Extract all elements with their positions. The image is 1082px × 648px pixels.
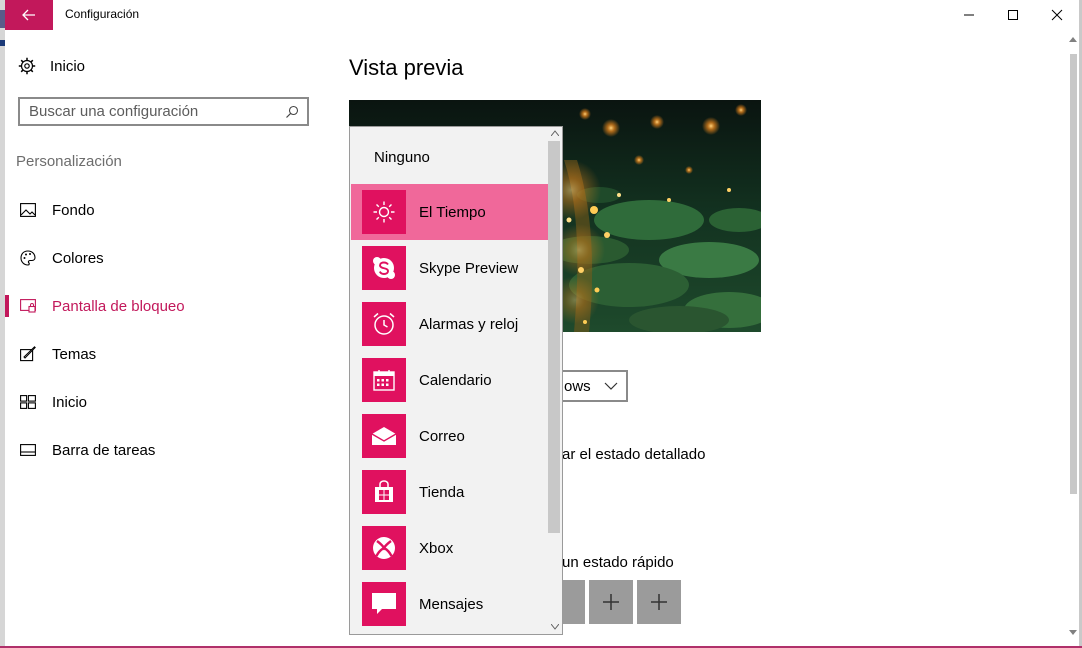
- flyout-item-xbox[interactable]: Xbox: [351, 520, 549, 576]
- sidebar-item-label: Barra de tareas: [52, 441, 156, 459]
- main-scrollbar[interactable]: [1067, 32, 1079, 646]
- page-title: Vista previa: [349, 55, 464, 80]
- flyout-item-mensajes[interactable]: Mensajes: [351, 576, 549, 632]
- sidebar-item-colores[interactable]: Colores: [18, 246, 308, 270]
- scroll-up-icon[interactable]: [1069, 36, 1077, 42]
- mail-icon: [362, 414, 406, 458]
- messages-icon: [362, 582, 406, 626]
- window-title: Configuración: [65, 7, 140, 21]
- store-icon: [362, 470, 406, 514]
- maximize-icon: [1008, 10, 1018, 20]
- flyout-item-label: Tienda: [419, 483, 465, 501]
- back-button[interactable]: [5, 0, 53, 30]
- weather-sun-icon: [362, 190, 406, 234]
- close-icon: [1051, 9, 1063, 21]
- sidebar-item-fondo[interactable]: Fondo: [18, 198, 308, 222]
- flyout-item-tienda[interactable]: Tienda: [351, 464, 549, 520]
- flyout-item-label: Xbox: [419, 539, 454, 557]
- scroll-down-icon[interactable]: [1069, 630, 1077, 636]
- sidebar-item-label: Fondo: [52, 201, 95, 219]
- flyout-item-label: Skype Preview: [419, 259, 519, 277]
- sidebar-home[interactable]: Inicio: [18, 54, 85, 78]
- title-bar: Configuración: [5, 0, 1079, 30]
- chevron-down-icon: [604, 382, 618, 390]
- search-input[interactable]: [20, 103, 284, 120]
- sidebar-item-label: Inicio: [52, 393, 88, 411]
- plus-icon: [651, 594, 667, 610]
- left-window-edge: [0, 0, 5, 648]
- plus-icon: [603, 594, 619, 610]
- add-quick-status-button[interactable]: [589, 580, 633, 624]
- start-icon: [18, 392, 38, 412]
- sidebar-item-barra-de-tareas[interactable]: Barra de tareas: [18, 438, 308, 462]
- section-label: Personalización: [16, 153, 122, 170]
- flyout-item-label: Calendario: [419, 371, 492, 389]
- sidebar-item-temas[interactable]: Temas: [18, 342, 308, 366]
- minimize-icon: [964, 14, 974, 16]
- themes-icon: [18, 344, 38, 364]
- main-scrollbar-thumb[interactable]: [1070, 54, 1077, 494]
- sidebar-item-inicio[interactable]: Inicio: [18, 390, 308, 414]
- sidebar-item-pantalla-de-bloqueo[interactable]: Pantalla de bloqueo: [18, 294, 308, 318]
- add-quick-status-button[interactable]: [637, 580, 681, 624]
- flyout-item-correo[interactable]: Correo: [351, 408, 549, 464]
- sidebar-item-label: Pantalla de bloqueo: [52, 297, 185, 315]
- back-arrow-icon: [22, 9, 35, 21]
- flyout-item-el-tiempo[interactable]: El Tiempo: [351, 184, 549, 240]
- picture-icon: [18, 200, 38, 220]
- skype-icon: [362, 246, 406, 290]
- flyout-item-alarmas-y-reloj[interactable]: Alarmas y reloj: [351, 296, 549, 352]
- flyout-item-label: Alarmas y reloj: [419, 315, 519, 333]
- search-icon[interactable]: [285, 105, 299, 119]
- xbox-icon: [362, 526, 406, 570]
- flyout-scrollbar-thumb[interactable]: [548, 141, 560, 533]
- flyout-item-label: Mensajes: [419, 595, 484, 613]
- active-indicator: [5, 295, 9, 317]
- maximize-button[interactable]: [990, 0, 1036, 30]
- scroll-down-icon[interactable]: [551, 624, 559, 630]
- combo-value: ows: [564, 378, 591, 395]
- scroll-up-icon[interactable]: [551, 130, 559, 136]
- flyout-item-label: Correo: [419, 427, 465, 445]
- flyout-item-label: El Tiempo: [419, 203, 486, 221]
- taskbar-icon: [18, 440, 38, 460]
- flyout-item-skype-preview[interactable]: Skype Preview: [351, 240, 549, 296]
- sidebar-item-label: Temas: [52, 345, 97, 363]
- alarm-clock-icon: [362, 302, 406, 346]
- detailed-status-label: ar el estado detallado: [562, 446, 706, 463]
- quick-status-label: un estado rápido: [562, 554, 674, 571]
- sidebar-item-label: Colores: [52, 249, 104, 267]
- minimize-button[interactable]: [946, 0, 992, 30]
- palette-icon: [18, 248, 38, 268]
- calendar-icon: [362, 358, 406, 402]
- flyout-item-ninguno[interactable]: Ninguno: [374, 149, 430, 166]
- flyout-item-calendario[interactable]: Calendario: [351, 352, 549, 408]
- sidebar-home-label: Inicio: [50, 57, 86, 75]
- search-box[interactable]: [18, 97, 309, 126]
- gear-icon: [18, 57, 36, 75]
- lock-screen-icon: [18, 296, 38, 316]
- app-picker-flyout: Ninguno El Tiempo Skype Preview Alarmas …: [349, 126, 563, 635]
- close-button[interactable]: [1034, 0, 1080, 30]
- flyout-scrollbar[interactable]: [548, 127, 562, 634]
